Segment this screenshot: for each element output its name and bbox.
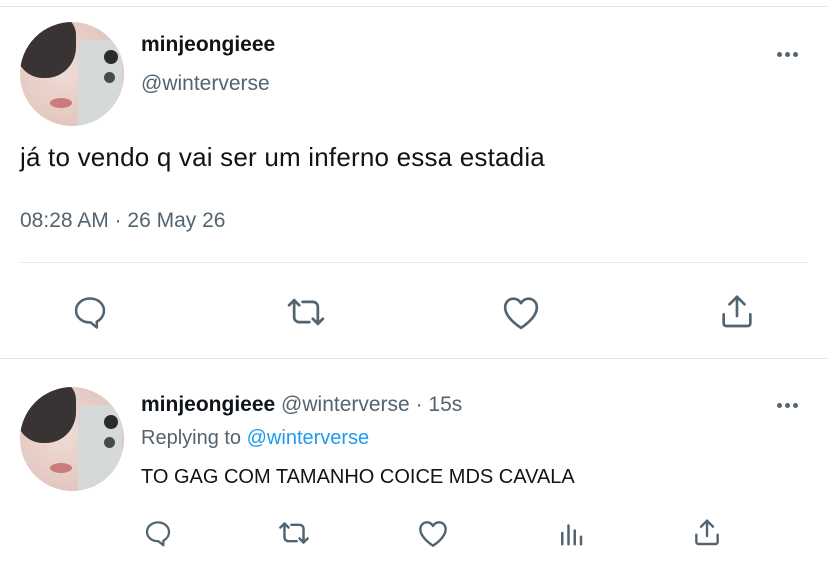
display-name[interactable]: minjeongieee bbox=[141, 33, 275, 57]
reply-text: TO GAG COM TAMANHO COICE MDS CAVALA bbox=[141, 466, 575, 488]
top-divider bbox=[0, 6, 828, 7]
reply-retweet-icon[interactable] bbox=[276, 517, 312, 549]
reply-more-options-icon[interactable] bbox=[772, 399, 802, 411]
reply-icon[interactable] bbox=[70, 292, 110, 332]
analytics-icon[interactable] bbox=[555, 517, 587, 549]
avatar[interactable] bbox=[20, 22, 124, 126]
reply-like-icon[interactable] bbox=[416, 517, 450, 549]
tweet-text: já to vendo q vai ser um inferno essa es… bbox=[20, 142, 545, 172]
replying-to-line: Replying to @winterverse bbox=[141, 427, 369, 450]
more-options-icon[interactable] bbox=[772, 48, 802, 60]
replying-mention[interactable]: @winterverse bbox=[247, 427, 370, 449]
tweet-timestamp[interactable]: 08:28 AM · 26 May 26 bbox=[20, 209, 225, 233]
reply-header: minjeongieee @winterverse · 15s bbox=[141, 393, 462, 417]
actions-divider bbox=[20, 262, 808, 263]
reply-handle[interactable]: @winterverse bbox=[281, 393, 410, 416]
reply-display-name[interactable]: minjeongieee bbox=[141, 393, 275, 416]
share-icon[interactable] bbox=[716, 290, 758, 332]
reply-time[interactable]: 15s bbox=[428, 393, 462, 416]
reply-avatar[interactable] bbox=[20, 387, 124, 491]
section-divider bbox=[0, 358, 828, 359]
replying-prefix: Replying to bbox=[141, 427, 242, 449]
reply-share-icon[interactable] bbox=[690, 515, 724, 549]
user-handle[interactable]: @winterverse bbox=[141, 72, 270, 96]
reply-reply-icon[interactable] bbox=[142, 517, 174, 549]
like-icon[interactable] bbox=[500, 292, 542, 332]
retweet-icon[interactable] bbox=[284, 292, 328, 332]
meta-separator: · bbox=[415, 393, 423, 416]
